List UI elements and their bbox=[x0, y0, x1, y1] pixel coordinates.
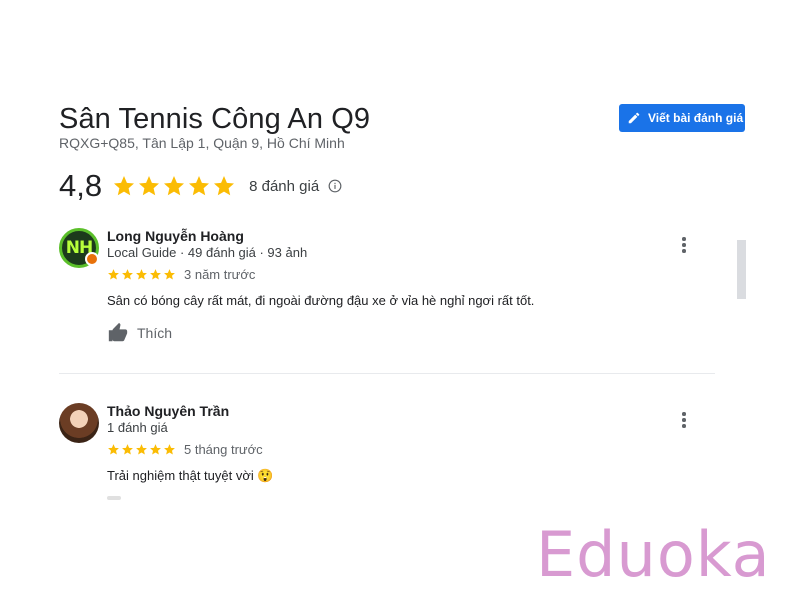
star-icon bbox=[108, 269, 119, 280]
write-review-button[interactable]: Viết bài đánh giá bbox=[619, 104, 745, 132]
reviewer-meta: 1 đánh giá bbox=[107, 420, 168, 435]
star-icon bbox=[164, 269, 175, 280]
review-divider bbox=[59, 373, 715, 374]
thumbs-up-icon bbox=[108, 322, 128, 342]
star-icon bbox=[214, 176, 235, 196]
reviewer-meta: Local Guide · 49 đánh giá · 93 ảnh bbox=[107, 245, 308, 260]
place-address: RQXG+Q85, Tân Lập 1, Quận 9, Hồ Chí Minh bbox=[59, 135, 345, 151]
star-icon bbox=[114, 176, 135, 196]
star-icon bbox=[189, 176, 210, 196]
like-button[interactable]: Thích bbox=[107, 322, 172, 344]
watermark-logo: Eduoka bbox=[536, 518, 771, 591]
star-icon bbox=[150, 444, 161, 455]
review-text: Trải nghiệm thật tuyệt vời 😲 bbox=[107, 468, 274, 483]
review-stars bbox=[107, 268, 176, 281]
rating-value: 4,8 bbox=[59, 168, 103, 203]
star-icon bbox=[122, 269, 133, 280]
review-time: 5 tháng trước bbox=[184, 442, 263, 457]
local-guide-badge bbox=[85, 252, 99, 266]
like-button-peek bbox=[107, 496, 121, 500]
star-icon bbox=[136, 269, 147, 280]
review-text: Sân có bóng cây rất mát, đi ngoài đường … bbox=[107, 293, 535, 308]
rating-stars bbox=[112, 174, 236, 198]
star-icon bbox=[164, 444, 175, 455]
review-rating: 5 tháng trước bbox=[107, 442, 263, 457]
star-icon bbox=[150, 269, 161, 280]
pencil-icon bbox=[628, 112, 640, 124]
rating-summary: 4,8 8 đánh giá bbox=[59, 168, 342, 204]
star-icon bbox=[122, 444, 133, 455]
reviewer-name[interactable]: Long Nguyễn Hoàng bbox=[107, 228, 244, 244]
more-vert-icon[interactable] bbox=[674, 410, 694, 430]
reviewer-name[interactable]: Thảo Nguyên Trần bbox=[107, 403, 229, 419]
place-title: Sân Tennis Công An Q9 bbox=[59, 103, 371, 135]
review-rating: 3 năm trước bbox=[107, 267, 255, 282]
info-icon[interactable] bbox=[328, 179, 342, 193]
scrollbar-thumb[interactable] bbox=[737, 240, 746, 299]
like-label: Thích bbox=[137, 325, 173, 341]
more-vert-icon[interactable] bbox=[674, 235, 694, 255]
review-time: 3 năm trước bbox=[184, 267, 256, 282]
write-review-label: Viết bài đánh giá bbox=[648, 111, 744, 125]
review-stars bbox=[107, 443, 176, 456]
star-icon bbox=[164, 176, 185, 196]
review-count[interactable]: 8 đánh giá bbox=[249, 178, 319, 195]
avatar[interactable] bbox=[59, 403, 99, 443]
star-icon bbox=[139, 176, 160, 196]
star-icon bbox=[136, 444, 147, 455]
star-icon bbox=[108, 444, 119, 455]
